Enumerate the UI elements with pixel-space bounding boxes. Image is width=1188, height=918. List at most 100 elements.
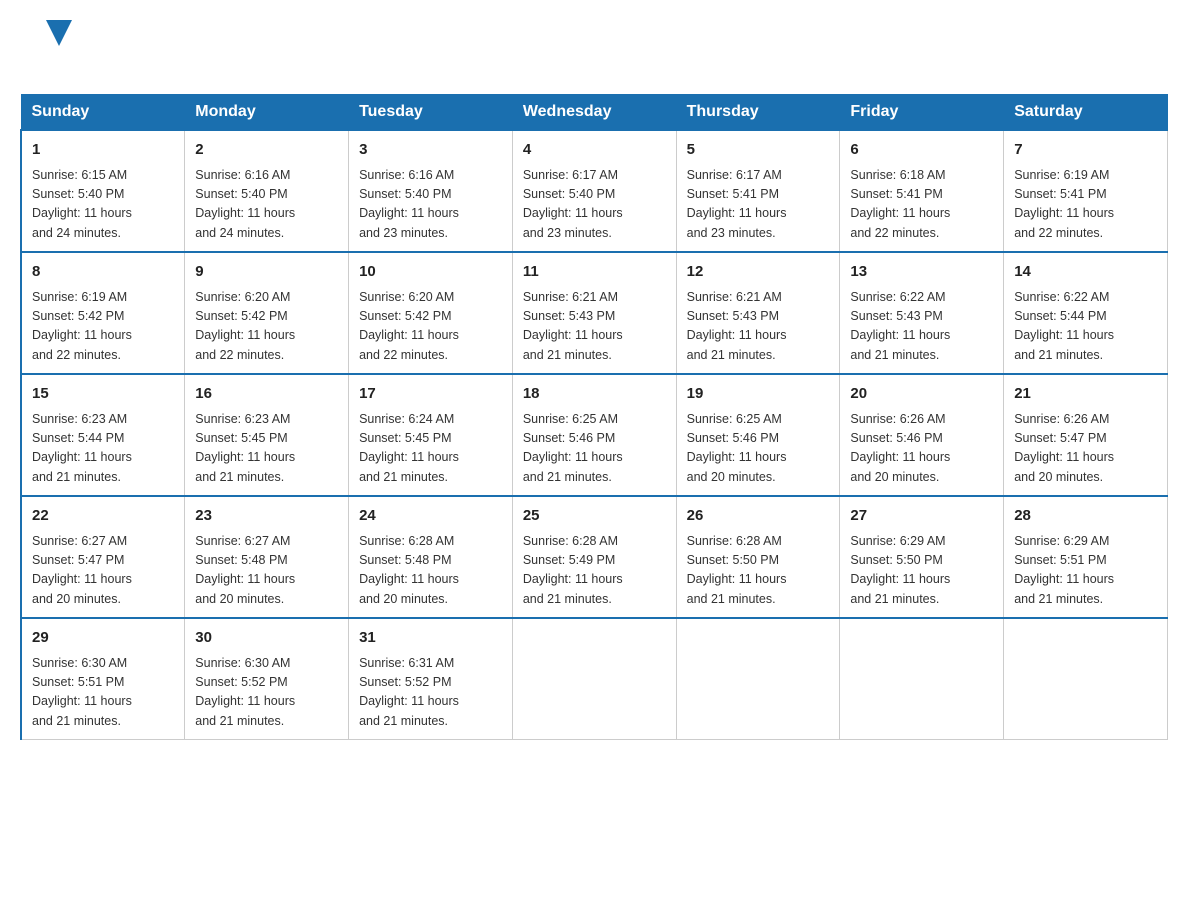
day-number: 18 xyxy=(523,383,666,406)
calendar-cell: 30 Sunrise: 6:30 AM Sunset: 5:52 PM Dayl… xyxy=(185,618,349,740)
calendar-cell: 2 Sunrise: 6:16 AM Sunset: 5:40 PM Dayli… xyxy=(185,130,349,252)
day-number: 12 xyxy=(687,261,830,284)
calendar-cell: 17 Sunrise: 6:24 AM Sunset: 5:45 PM Dayl… xyxy=(349,374,513,496)
logo xyxy=(20,20,72,74)
page-header xyxy=(20,20,1168,74)
calendar-cell xyxy=(512,618,676,740)
day-info: Sunrise: 6:26 AM Sunset: 5:47 PM Dayligh… xyxy=(1014,410,1157,488)
day-info: Sunrise: 6:20 AM Sunset: 5:42 PM Dayligh… xyxy=(195,288,338,366)
day-info: Sunrise: 6:22 AM Sunset: 5:43 PM Dayligh… xyxy=(850,288,993,366)
day-info: Sunrise: 6:20 AM Sunset: 5:42 PM Dayligh… xyxy=(359,288,502,366)
calendar-cell xyxy=(676,618,840,740)
week-row-5: 29 Sunrise: 6:30 AM Sunset: 5:51 PM Dayl… xyxy=(21,618,1168,740)
calendar-cell: 16 Sunrise: 6:23 AM Sunset: 5:45 PM Dayl… xyxy=(185,374,349,496)
calendar-cell: 15 Sunrise: 6:23 AM Sunset: 5:44 PM Dayl… xyxy=(21,374,185,496)
logo-icon xyxy=(20,20,72,74)
calendar-cell: 6 Sunrise: 6:18 AM Sunset: 5:41 PM Dayli… xyxy=(840,130,1004,252)
day-info: Sunrise: 6:15 AM Sunset: 5:40 PM Dayligh… xyxy=(32,166,174,244)
day-info: Sunrise: 6:22 AM Sunset: 5:44 PM Dayligh… xyxy=(1014,288,1157,366)
calendar-cell: 28 Sunrise: 6:29 AM Sunset: 5:51 PM Dayl… xyxy=(1004,496,1168,618)
calendar-cell: 21 Sunrise: 6:26 AM Sunset: 5:47 PM Dayl… xyxy=(1004,374,1168,496)
day-info: Sunrise: 6:25 AM Sunset: 5:46 PM Dayligh… xyxy=(523,410,666,488)
day-info: Sunrise: 6:30 AM Sunset: 5:51 PM Dayligh… xyxy=(32,654,174,732)
day-number: 27 xyxy=(850,505,993,528)
header-tuesday: Tuesday xyxy=(349,95,513,131)
header-thursday: Thursday xyxy=(676,95,840,131)
day-info: Sunrise: 6:31 AM Sunset: 5:52 PM Dayligh… xyxy=(359,654,502,732)
day-number: 13 xyxy=(850,261,993,284)
calendar-cell: 4 Sunrise: 6:17 AM Sunset: 5:40 PM Dayli… xyxy=(512,130,676,252)
day-number: 1 xyxy=(32,139,174,162)
day-number: 21 xyxy=(1014,383,1157,406)
day-number: 20 xyxy=(850,383,993,406)
calendar-cell: 7 Sunrise: 6:19 AM Sunset: 5:41 PM Dayli… xyxy=(1004,130,1168,252)
day-number: 14 xyxy=(1014,261,1157,284)
day-number: 25 xyxy=(523,505,666,528)
day-number: 4 xyxy=(523,139,666,162)
day-number: 22 xyxy=(32,505,174,528)
day-number: 29 xyxy=(32,627,174,650)
day-info: Sunrise: 6:28 AM Sunset: 5:50 PM Dayligh… xyxy=(687,532,830,610)
calendar-cell: 13 Sunrise: 6:22 AM Sunset: 5:43 PM Dayl… xyxy=(840,252,1004,374)
logo-triangle-icon xyxy=(46,20,72,46)
day-info: Sunrise: 6:17 AM Sunset: 5:41 PM Dayligh… xyxy=(687,166,830,244)
calendar-cell: 25 Sunrise: 6:28 AM Sunset: 5:49 PM Dayl… xyxy=(512,496,676,618)
calendar-cell: 14 Sunrise: 6:22 AM Sunset: 5:44 PM Dayl… xyxy=(1004,252,1168,374)
day-number: 5 xyxy=(687,139,830,162)
day-number: 15 xyxy=(32,383,174,406)
day-info: Sunrise: 6:16 AM Sunset: 5:40 PM Dayligh… xyxy=(195,166,338,244)
day-number: 23 xyxy=(195,505,338,528)
week-row-3: 15 Sunrise: 6:23 AM Sunset: 5:44 PM Dayl… xyxy=(21,374,1168,496)
day-info: Sunrise: 6:21 AM Sunset: 5:43 PM Dayligh… xyxy=(523,288,666,366)
day-info: Sunrise: 6:21 AM Sunset: 5:43 PM Dayligh… xyxy=(687,288,830,366)
calendar-cell: 23 Sunrise: 6:27 AM Sunset: 5:48 PM Dayl… xyxy=(185,496,349,618)
calendar-cell: 22 Sunrise: 6:27 AM Sunset: 5:47 PM Dayl… xyxy=(21,496,185,618)
week-row-2: 8 Sunrise: 6:19 AM Sunset: 5:42 PM Dayli… xyxy=(21,252,1168,374)
calendar-cell: 24 Sunrise: 6:28 AM Sunset: 5:48 PM Dayl… xyxy=(349,496,513,618)
day-info: Sunrise: 6:28 AM Sunset: 5:49 PM Dayligh… xyxy=(523,532,666,610)
calendar-cell xyxy=(840,618,1004,740)
calendar-cell: 31 Sunrise: 6:31 AM Sunset: 5:52 PM Dayl… xyxy=(349,618,513,740)
day-info: Sunrise: 6:17 AM Sunset: 5:40 PM Dayligh… xyxy=(523,166,666,244)
day-number: 19 xyxy=(687,383,830,406)
header-wednesday: Wednesday xyxy=(512,95,676,131)
day-info: Sunrise: 6:19 AM Sunset: 5:42 PM Dayligh… xyxy=(32,288,174,366)
day-info: Sunrise: 6:29 AM Sunset: 5:50 PM Dayligh… xyxy=(850,532,993,610)
day-number: 8 xyxy=(32,261,174,284)
day-info: Sunrise: 6:25 AM Sunset: 5:46 PM Dayligh… xyxy=(687,410,830,488)
day-number: 17 xyxy=(359,383,502,406)
calendar-cell: 18 Sunrise: 6:25 AM Sunset: 5:46 PM Dayl… xyxy=(512,374,676,496)
calendar-cell: 12 Sunrise: 6:21 AM Sunset: 5:43 PM Dayl… xyxy=(676,252,840,374)
day-info: Sunrise: 6:23 AM Sunset: 5:45 PM Dayligh… xyxy=(195,410,338,488)
calendar-cell: 11 Sunrise: 6:21 AM Sunset: 5:43 PM Dayl… xyxy=(512,252,676,374)
calendar-cell: 3 Sunrise: 6:16 AM Sunset: 5:40 PM Dayli… xyxy=(349,130,513,252)
day-number: 10 xyxy=(359,261,502,284)
calendar-cell: 8 Sunrise: 6:19 AM Sunset: 5:42 PM Dayli… xyxy=(21,252,185,374)
day-number: 9 xyxy=(195,261,338,284)
day-info: Sunrise: 6:19 AM Sunset: 5:41 PM Dayligh… xyxy=(1014,166,1157,244)
day-number: 2 xyxy=(195,139,338,162)
day-number: 31 xyxy=(359,627,502,650)
calendar-cell: 26 Sunrise: 6:28 AM Sunset: 5:50 PM Dayl… xyxy=(676,496,840,618)
day-number: 11 xyxy=(523,261,666,284)
week-row-4: 22 Sunrise: 6:27 AM Sunset: 5:47 PM Dayl… xyxy=(21,496,1168,618)
day-info: Sunrise: 6:30 AM Sunset: 5:52 PM Dayligh… xyxy=(195,654,338,732)
calendar-cell: 29 Sunrise: 6:30 AM Sunset: 5:51 PM Dayl… xyxy=(21,618,185,740)
day-info: Sunrise: 6:27 AM Sunset: 5:48 PM Dayligh… xyxy=(195,532,338,610)
day-info: Sunrise: 6:27 AM Sunset: 5:47 PM Dayligh… xyxy=(32,532,174,610)
day-info: Sunrise: 6:18 AM Sunset: 5:41 PM Dayligh… xyxy=(850,166,993,244)
calendar-cell: 20 Sunrise: 6:26 AM Sunset: 5:46 PM Dayl… xyxy=(840,374,1004,496)
header-monday: Monday xyxy=(185,95,349,131)
calendar-cell xyxy=(1004,618,1168,740)
calendar-cell: 1 Sunrise: 6:15 AM Sunset: 5:40 PM Dayli… xyxy=(21,130,185,252)
calendar-cell: 5 Sunrise: 6:17 AM Sunset: 5:41 PM Dayli… xyxy=(676,130,840,252)
calendar-cell: 19 Sunrise: 6:25 AM Sunset: 5:46 PM Dayl… xyxy=(676,374,840,496)
day-info: Sunrise: 6:24 AM Sunset: 5:45 PM Dayligh… xyxy=(359,410,502,488)
day-info: Sunrise: 6:26 AM Sunset: 5:46 PM Dayligh… xyxy=(850,410,993,488)
day-number: 3 xyxy=(359,139,502,162)
header-saturday: Saturday xyxy=(1004,95,1168,131)
header-friday: Friday xyxy=(840,95,1004,131)
calendar-table: SundayMondayTuesdayWednesdayThursdayFrid… xyxy=(20,94,1168,740)
day-info: Sunrise: 6:29 AM Sunset: 5:51 PM Dayligh… xyxy=(1014,532,1157,610)
day-info: Sunrise: 6:16 AM Sunset: 5:40 PM Dayligh… xyxy=(359,166,502,244)
